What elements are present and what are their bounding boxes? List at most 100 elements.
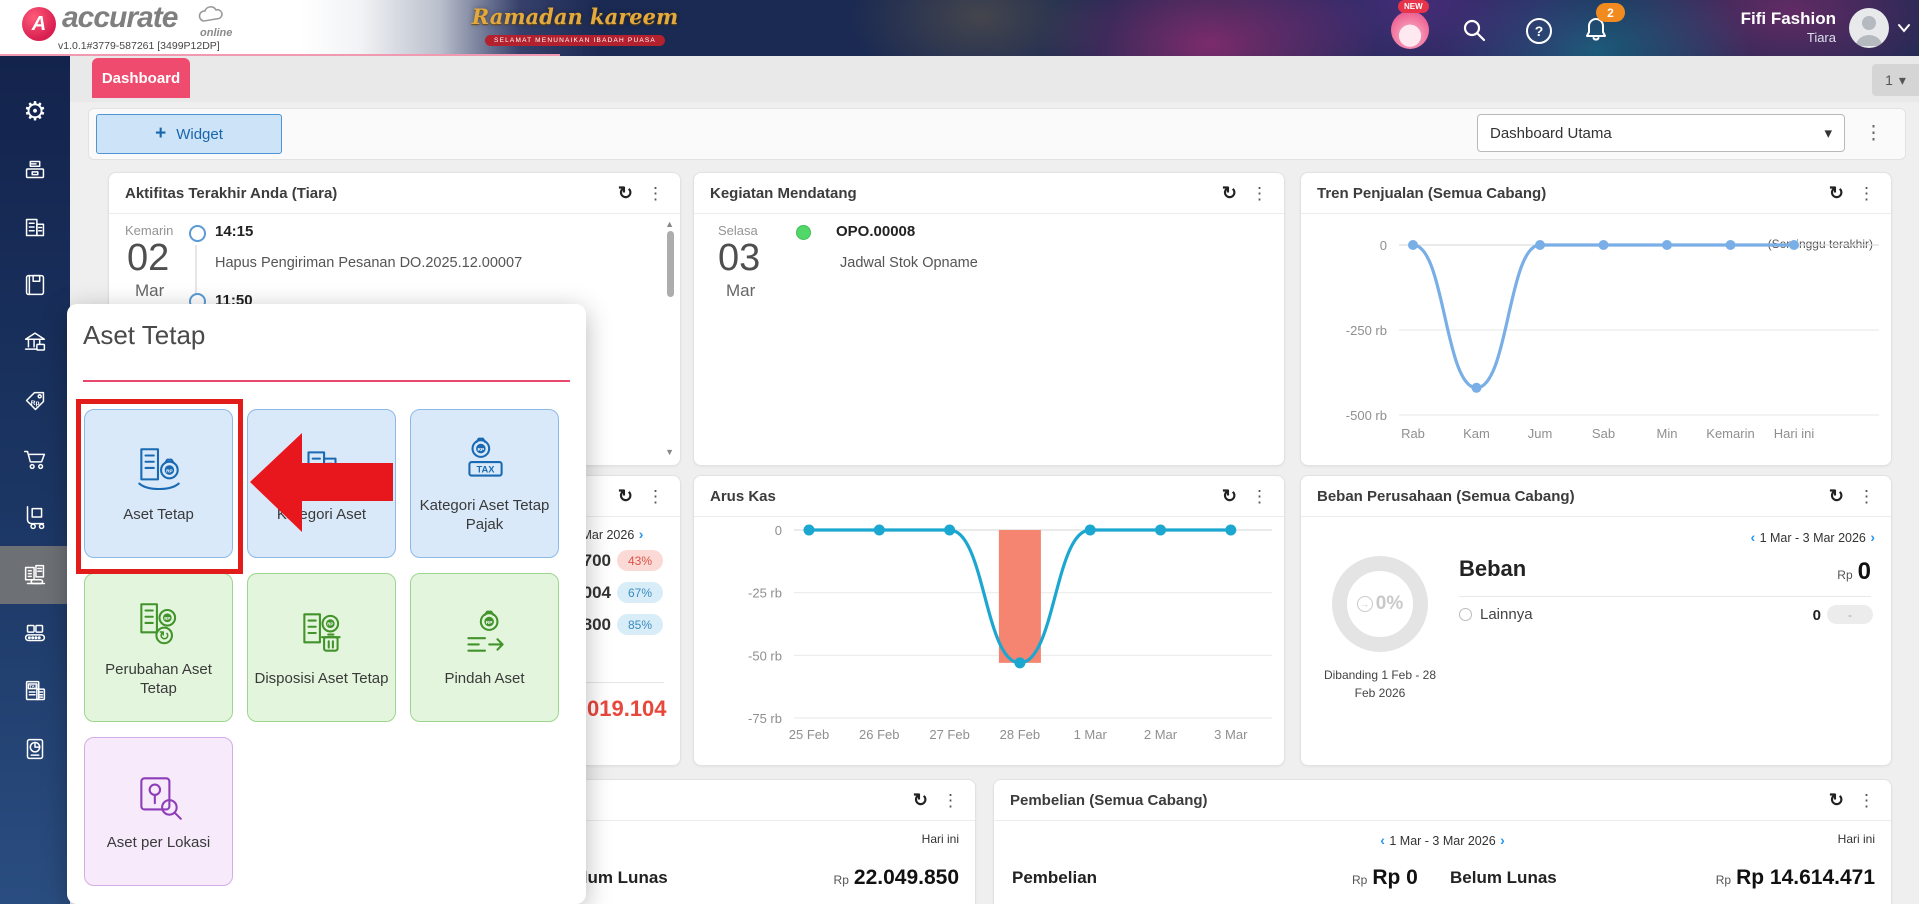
avatar[interactable] [1849,8,1889,48]
kebab-menu-icon[interactable]: ⋮ [1864,122,1883,145]
tab-strip [70,56,1919,102]
svg-text:Rp: Rp [31,400,40,407]
svg-text:28 Feb: 28 Feb [1000,727,1040,742]
legend-label: Lainnya [1480,606,1533,623]
belum-lunas-label: Belum Lunas [1450,868,1557,887]
tile-perubahan-aset-tetap[interactable]: RP ↻ Perubahan Aset Tetap [84,573,233,722]
day-number: 03 [718,237,761,279]
mascot-icon[interactable] [1391,11,1429,49]
svg-text:RP: RP [164,616,170,621]
percent-badge: 67% [617,582,663,603]
kebab-menu-icon[interactable]: ⋮ [1858,185,1875,202]
kebab-menu-icon[interactable]: ⋮ [1858,792,1875,809]
card-arus-header: Arus Kas ↻ ⋮ [694,476,1284,517]
svg-text:Jum: Jum [1528,426,1553,441]
card-title: Beban Perusahaan (Semua Cabang) [1317,487,1575,505]
next-period-icon[interactable]: › [1500,832,1505,848]
compare-text: Dibanding 1 Feb - 28 Feb 2026 [1323,668,1437,700]
day-label: Kemarin [125,223,174,238]
svg-text:Sab: Sab [1592,426,1615,441]
sidebar-item-settings[interactable]: ⚙ [0,82,70,140]
sidebar-item-sales[interactable]: Rp [0,372,70,430]
pembelian-label: Pembelian [1012,868,1098,887]
month-label: Mar [726,281,756,300]
scroll-up-icon[interactable]: ▲ [665,219,674,229]
sidebar-item-manufacturing[interactable] [0,604,70,662]
refresh-icon[interactable]: ↻ [1222,487,1237,505]
tile-aset-tetap[interactable]: RP Aset Tetap [84,409,233,558]
sidebar-item-purchases[interactable] [0,430,70,488]
popup-title: Aset Tetap [83,320,206,350]
tax-asset-category-icon: RP TAX [467,437,503,477]
handtruck-icon [26,505,45,530]
svg-text:25 Feb: 25 Feb [789,727,829,742]
scroll-down-icon[interactable]: ▼ [665,447,674,457]
sidebar-item-company[interactable] [0,198,70,256]
svg-text:3 Mar: 3 Mar [1214,727,1248,742]
refresh-icon[interactable]: ↻ [618,184,633,202]
help-icon[interactable]: ? [1526,18,1552,44]
kebab-menu-icon[interactable]: ⋮ [1251,185,1268,202]
pembelian-amount: Rp Rp 0 [1352,866,1418,889]
prev-period-icon[interactable]: ‹ [1750,529,1755,545]
arrow-circle-icon: → [1356,596,1373,612]
next-period-icon[interactable]: › [1870,529,1875,545]
kebab-menu-icon[interactable]: ⋮ [647,488,664,505]
header-underline [0,54,560,56]
sidebar-item-tax[interactable]: TAX [0,662,70,720]
add-widget-button[interactable]: + Widget [96,114,282,154]
kebab-menu-icon[interactable]: ⋮ [1251,488,1268,505]
tile-label: Perubahan Aset Tetap [105,660,212,697]
chevron-down-icon[interactable] [1896,22,1912,34]
donut-percent: 0% [1375,593,1404,614]
svg-text:Rab: Rab [1401,426,1425,441]
sidebar-item-reports[interactable] [0,720,70,778]
period-label: Hari ini [1837,832,1875,846]
svg-text:Kam: Kam [1463,426,1490,441]
svg-text:TAX: TAX [29,684,37,689]
svg-text:-75 rb: -75 rb [748,711,782,726]
sidebar-item-banking[interactable] [0,314,70,372]
asset-category-icon [306,451,337,483]
tile-aset-per-lokasi[interactable]: Aset per Lokasi [84,737,233,886]
search-icon[interactable] [1461,17,1487,43]
scrollbar-thumb[interactable] [667,231,674,297]
sidebar-item-cash-register[interactable] [0,140,70,198]
svg-text:1 Mar: 1 Mar [1074,727,1108,742]
svg-text:↻: ↻ [158,629,168,643]
gear-icon: ⚙ [23,96,47,126]
tile-pindah-aset[interactable]: RP Pindah Aset [410,573,559,722]
tab-counter[interactable]: 1 ▾ [1872,64,1919,96]
total-value: 019.104 [587,696,667,721]
cloud-icon [198,6,223,22]
sidebar-item-inventory[interactable] [0,488,70,546]
card-tren-header: Tren Penjualan (Semua Cabang) ↻ ⋮ [1301,173,1891,214]
tab-dashboard[interactable]: Dashboard [92,58,190,98]
refresh-icon[interactable]: ↻ [1829,184,1844,202]
refresh-icon[interactable]: ↻ [1222,184,1237,202]
refresh-icon[interactable]: ↻ [913,791,928,809]
prev-period-icon[interactable]: ‹ [1380,832,1385,848]
new-badge: NEW [1398,0,1429,13]
sidebar-item-fixed-assets[interactable] [0,546,70,604]
kebab-menu-icon[interactable]: ⋮ [1858,488,1875,505]
event-description: Jadwal Stok Opname [840,255,978,271]
next-period-icon[interactable]: › [639,526,644,542]
tile-disposisi-aset-tetap[interactable]: RP Disposisi Aset Tetap [247,573,396,722]
kebab-menu-icon[interactable]: ⋮ [942,792,959,809]
card-kegiatan: Kegiatan Mendatang ↻ ⋮ Selasa 03 Mar OPO… [693,172,1285,466]
sidebar-item-ledger[interactable] [0,256,70,314]
tile-kategori-aset-tetap-pajak[interactable]: RP TAX Kategori Aset Tetap Pajak [410,409,559,558]
refresh-icon[interactable]: ↻ [618,487,633,505]
svg-text:-250 rb: -250 rb [1346,323,1387,338]
tile-kategori-aset[interactable]: Kategori Aset [247,409,396,558]
kebab-menu-icon[interactable]: ⋮ [647,185,664,202]
conveyor-icon [24,624,46,642]
svg-text:27 Feb: 27 Feb [929,727,969,742]
refresh-icon[interactable]: ↻ [1829,791,1844,809]
dashboard-select[interactable]: Dashboard Utama ▾ [1477,114,1845,152]
card-pembelian: Pembelian (Semua Cabang) ↻ ⋮ ‹ 1 Mar - 3… [993,779,1892,904]
popup-underline [83,380,570,382]
beban-label: Beban [1459,556,1527,581]
refresh-icon[interactable]: ↻ [1829,487,1844,505]
